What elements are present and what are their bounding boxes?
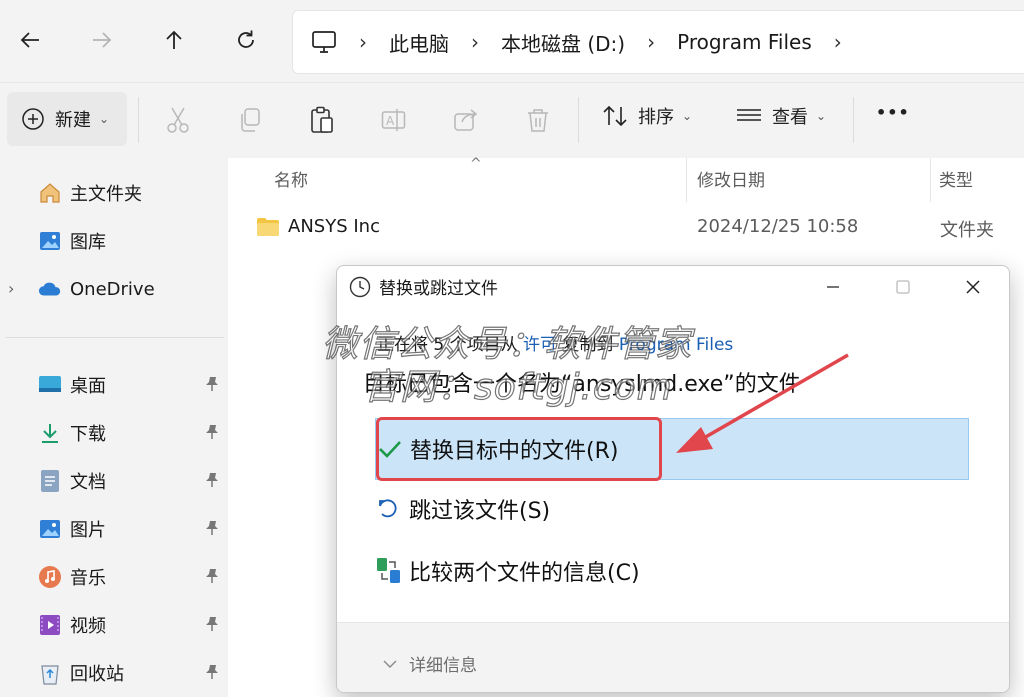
watermark-website: 官网：softgj.com xyxy=(362,366,673,408)
